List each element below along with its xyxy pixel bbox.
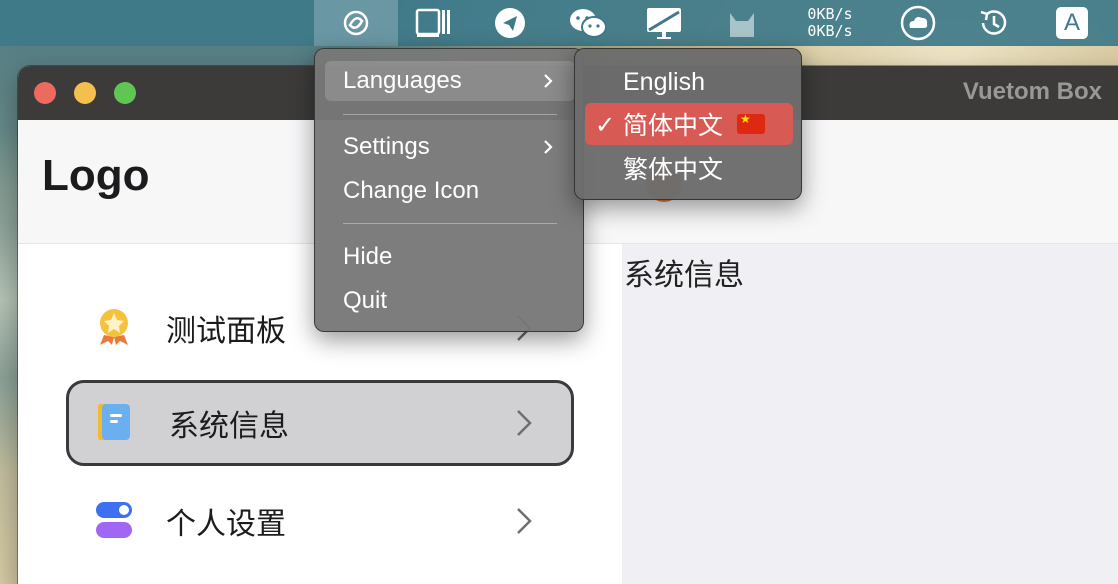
menu-item-quit[interactable]: Quit	[325, 281, 575, 321]
menu-separator	[343, 223, 557, 224]
menu-item-label: Hide	[343, 243, 393, 270]
badge-icon	[100, 309, 128, 345]
menu-item-languages[interactable]: Languages	[325, 61, 575, 101]
screen-mirroring-icon[interactable]	[644, 0, 684, 46]
china-flag-icon	[737, 112, 766, 134]
checkmark-icon: ✓	[595, 111, 616, 139]
menu-item-settings[interactable]: Settings	[325, 127, 575, 167]
chevron-right-icon	[544, 74, 553, 88]
language-option-traditional-chinese[interactable]: 繁体中文	[585, 147, 793, 189]
chevron-right-icon	[517, 410, 532, 436]
language-label: 繁体中文	[623, 155, 724, 184]
time-machine-icon[interactable]	[976, 0, 1012, 46]
language-label: 简体中文	[623, 111, 724, 140]
page-title: 系统信息	[624, 258, 744, 293]
window-title: Vuetom Box	[962, 78, 1102, 105]
book-icon	[98, 404, 130, 440]
sidebar-item-label: 个人设置	[166, 507, 286, 542]
net-upload-speed: 0KB/s	[807, 5, 853, 23]
menu-item-label: Settings	[343, 133, 430, 160]
net-download-speed: 0KB/s	[807, 22, 853, 40]
language-submenu: English ✓ 简体中文 繁体中文	[574, 48, 802, 200]
input-source-label: A	[1056, 7, 1088, 39]
menu-item-label: Quit	[343, 287, 388, 314]
zoom-button[interactable]	[114, 82, 136, 104]
menu-separator	[343, 114, 557, 115]
menu-item-change-icon[interactable]: Change Icon	[325, 171, 575, 211]
vuetom-tray-icon[interactable]	[314, 0, 398, 46]
wechat-icon[interactable]	[566, 0, 610, 46]
cloud-icon[interactable]	[898, 0, 938, 46]
menu-item-label: Change Icon	[343, 177, 480, 204]
sidebar-app-icon[interactable]	[410, 0, 456, 46]
tray-menu: Languages Settings Change Icon Hide Quit	[314, 48, 584, 332]
chevron-right-icon	[544, 140, 553, 154]
close-button[interactable]	[34, 82, 56, 104]
main-content: 系统信息	[622, 244, 1118, 584]
menu-item-hide[interactable]: Hide	[325, 237, 575, 277]
menu-bar: 0KB/s 0KB/s A	[0, 0, 1118, 46]
telegram-icon[interactable]	[490, 0, 530, 46]
minimize-button[interactable]	[74, 82, 96, 104]
sidebar-item-system-info[interactable]: 系统信息	[66, 380, 574, 466]
logo: Logo	[42, 151, 150, 200]
sidebar-item-label: 系统信息	[169, 409, 289, 444]
toggle-icon	[96, 502, 132, 538]
chevron-right-icon	[517, 508, 532, 534]
language-option-simplified-chinese[interactable]: ✓ 简体中文	[585, 103, 793, 145]
sidebar-item-personal-settings[interactable]: 个人设置	[66, 478, 574, 564]
language-option-english[interactable]: English	[585, 61, 793, 103]
sidebar-item-label: 测试面板	[166, 314, 286, 349]
menu-item-label: Languages	[343, 67, 462, 94]
netspeed-readout[interactable]: 0KB/s 0KB/s	[800, 0, 860, 46]
language-label: English	[623, 67, 705, 96]
cat-icon[interactable]	[724, 0, 760, 46]
input-source-icon[interactable]: A	[1054, 0, 1090, 46]
